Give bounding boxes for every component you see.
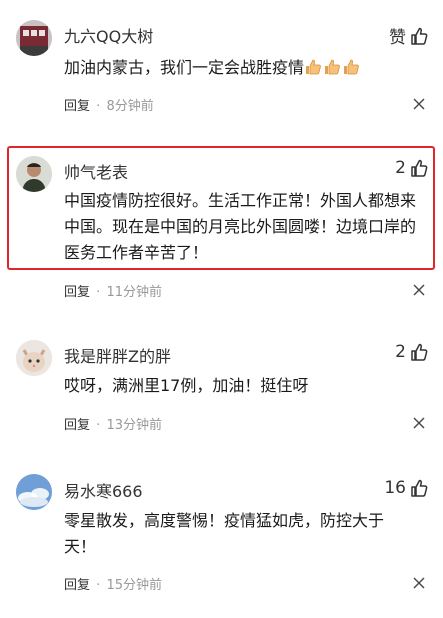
comment-author[interactable]: 帅气老表 xyxy=(64,159,128,183)
avatar[interactable] xyxy=(16,156,52,192)
reply-button[interactable]: 回复 xyxy=(64,578,90,593)
thumbs-up-icon xyxy=(411,343,428,361)
comment-time: 8分钟前 xyxy=(106,99,154,114)
separator-dot: · xyxy=(96,285,101,300)
like-button[interactable]: 16 xyxy=(384,478,429,498)
thumbs-up-emoji-icon xyxy=(306,59,321,75)
avatar-image xyxy=(16,156,52,192)
like-button[interactable]: 赞 xyxy=(389,23,429,48)
avatar[interactable] xyxy=(16,20,52,56)
comment-meta: 回复 · 15分钟前 xyxy=(64,574,162,593)
comment-author[interactable]: 易水寒666 xyxy=(64,478,143,502)
avatar-image xyxy=(16,20,52,56)
avatar-image xyxy=(16,340,52,376)
comment-meta: 回复 · 8分钟前 xyxy=(64,95,154,114)
avatar[interactable] xyxy=(16,474,52,510)
avatar[interactable] xyxy=(16,340,52,376)
reply-button[interactable]: 回复 xyxy=(64,418,90,433)
comment-text: 加油内蒙古，我们一定会战胜疫情 xyxy=(64,55,426,81)
separator-dot: · xyxy=(96,578,101,593)
thumbs-up-icon xyxy=(411,159,428,177)
comment-text: 中国疫情防控很好。生活工作正常！外国人都想来中国。现在是中国的月亮比外国圆喽！边… xyxy=(64,191,417,262)
comment-time: 15分钟前 xyxy=(106,578,162,593)
comment-text-content: 加油内蒙古，我们一定会战胜疫情 xyxy=(64,58,305,77)
like-button[interactable]: 2 xyxy=(395,158,429,178)
thumbs-up-icon xyxy=(411,479,428,497)
comment-author[interactable]: 我是胖胖Z的胖 xyxy=(64,343,171,367)
close-icon[interactable] xyxy=(411,96,427,112)
comment-time: 11分钟前 xyxy=(106,285,162,300)
comment-time: 13分钟前 xyxy=(106,418,162,433)
close-icon[interactable] xyxy=(411,575,427,591)
comment-author[interactable]: 九六QQ大树 xyxy=(64,23,153,47)
close-icon[interactable] xyxy=(411,415,427,431)
thumbs-up-icon xyxy=(411,27,428,45)
like-count: 2 xyxy=(395,342,406,362)
comment-text: 哎呀，满洲里17例，加油！挺住呀 xyxy=(64,376,309,395)
like-count: 2 xyxy=(395,158,406,178)
reply-button[interactable]: 回复 xyxy=(64,285,90,300)
close-icon[interactable] xyxy=(411,282,427,298)
thumbs-up-emoji-icon xyxy=(325,59,340,75)
like-button[interactable]: 2 xyxy=(395,342,429,362)
separator-dot: · xyxy=(96,418,101,433)
reply-button[interactable]: 回复 xyxy=(64,99,90,114)
comment-meta: 回复 · 13分钟前 xyxy=(64,414,162,433)
separator-dot: · xyxy=(96,99,101,114)
comment-text: 零星散发，高度警惕！疫情猛如虎，防控大于天！ xyxy=(64,511,385,556)
like-label: 赞 xyxy=(389,28,406,48)
comment-meta: 回复 · 11分钟前 xyxy=(64,281,162,300)
like-count: 16 xyxy=(384,478,406,498)
avatar-image xyxy=(16,474,52,510)
thumbs-up-emoji-icon xyxy=(344,59,359,75)
